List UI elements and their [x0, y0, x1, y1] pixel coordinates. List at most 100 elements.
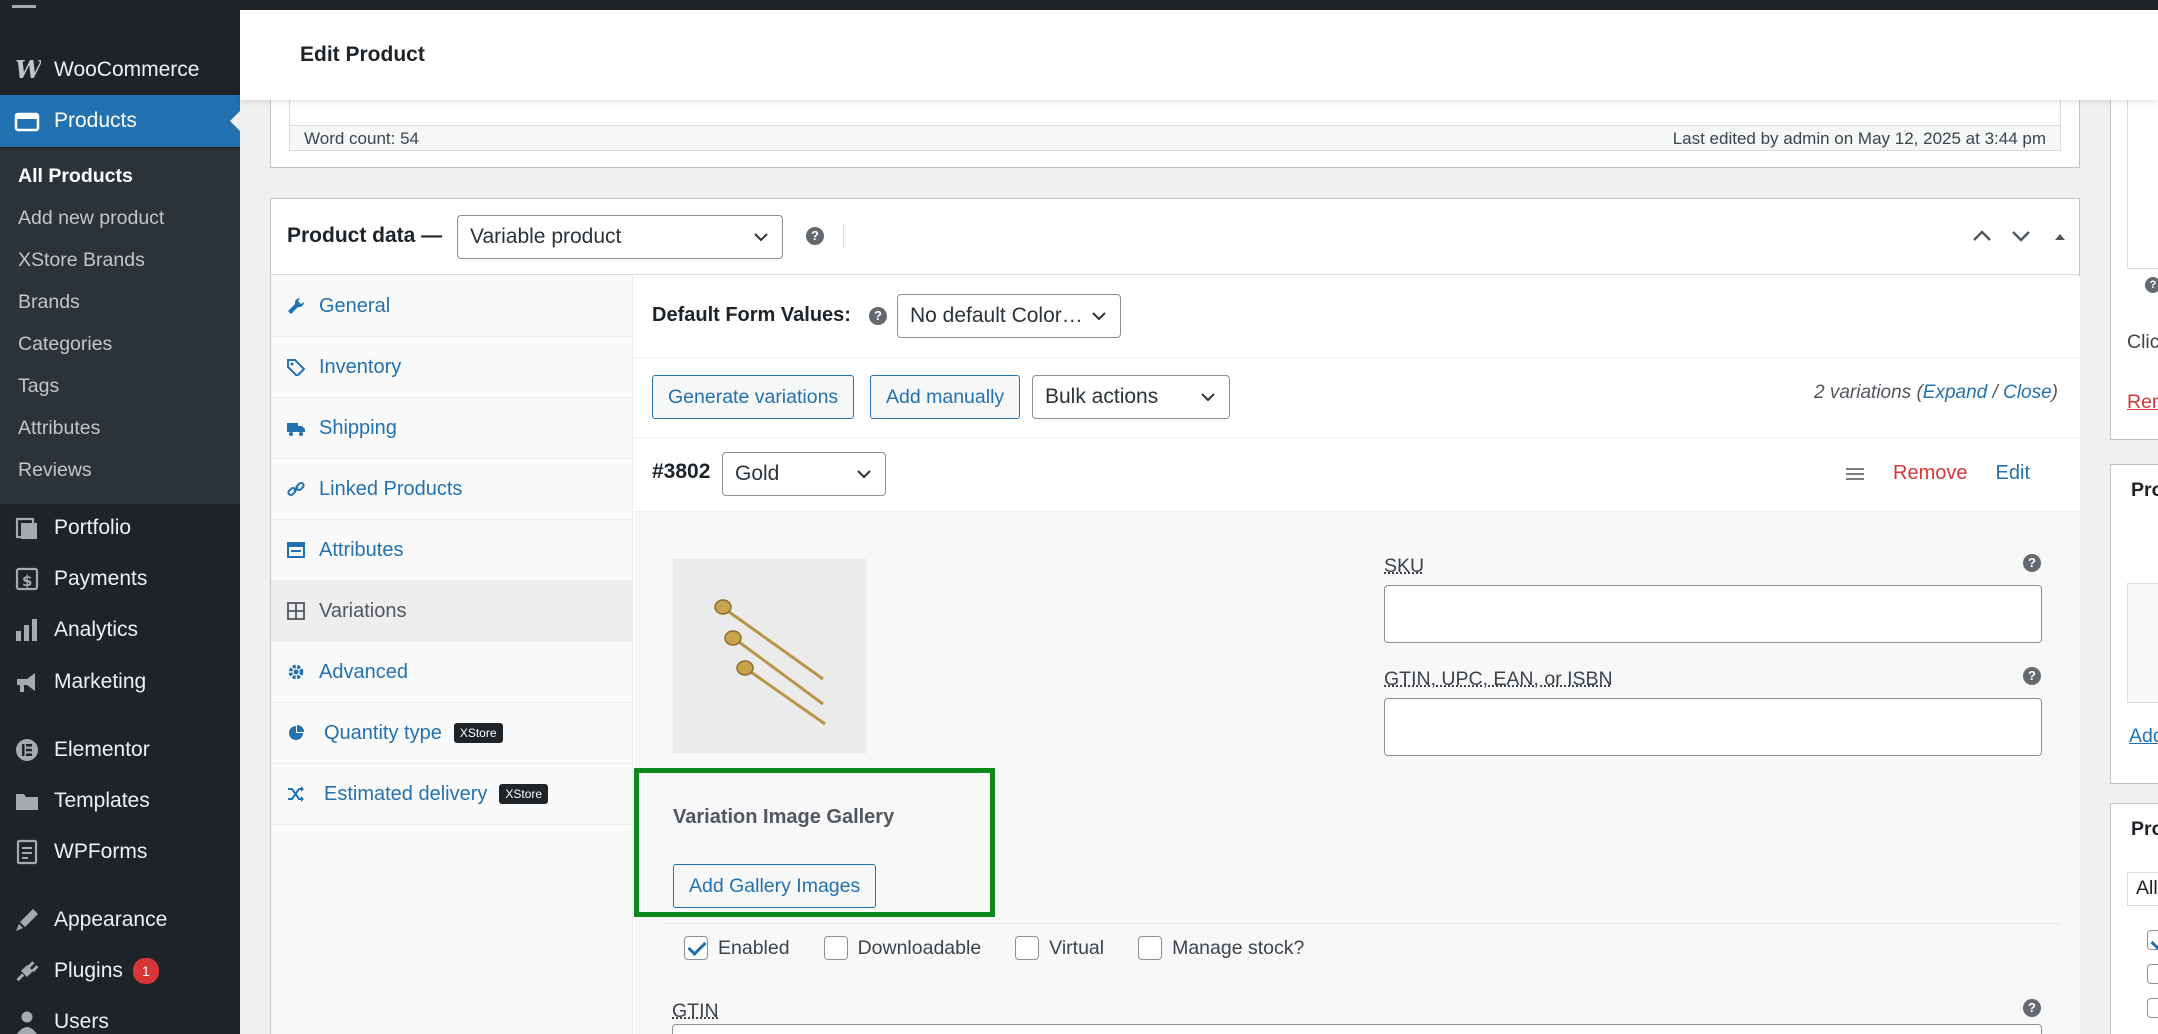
add-manually-button[interactable]: Add manually: [870, 375, 1021, 419]
variation-image[interactable]: [673, 559, 867, 753]
submenu-brands[interactable]: Brands: [18, 291, 80, 314]
variations-count: 2 variations (Expand / Close): [1814, 382, 2058, 404]
product-type-select[interactable]: Variable product: [457, 215, 783, 259]
woocommerce-icon: W: [0, 56, 54, 84]
sidebar-item-label: Marketing: [54, 670, 147, 693]
submenu-all-products[interactable]: All Products: [18, 165, 133, 188]
right-box-inner: [2127, 91, 2158, 269]
tab-inventory[interactable]: Inventory: [271, 337, 633, 398]
submenu-tags[interactable]: Tags: [18, 375, 59, 398]
default-form-values-label: Default Form Values:: [652, 304, 851, 326]
help-icon[interactable]: ?: [2145, 277, 2158, 293]
add-gallery-images-button[interactable]: Add Gallery Images: [673, 864, 877, 908]
elementor-icon: [0, 736, 54, 764]
tab-attributes[interactable]: Attributes: [271, 520, 633, 581]
sidebar-item-label: Payments: [54, 567, 148, 590]
tab-variations[interactable]: Variations: [271, 581, 633, 642]
checkbox-box[interactable]: [684, 936, 708, 960]
sidebar-item-wpforms[interactable]: WPForms: [0, 831, 240, 873]
svg-text:$: $: [22, 572, 32, 590]
tab-linked-products[interactable]: Linked Products: [271, 459, 633, 520]
help-icon[interactable]: ?: [869, 307, 887, 325]
gtin-upc-ean-isbn-field[interactable]: [1384, 698, 2042, 756]
sidebar-item-products[interactable]: Products: [0, 95, 240, 147]
category-tab[interactable]: All: [2127, 872, 2158, 906]
sidebar-item-woocommerce[interactable]: W WooCommerce: [0, 48, 240, 92]
category-checkbox[interactable]: [2147, 930, 2158, 950]
sidebar-item-analytics[interactable]: Analytics: [0, 609, 240, 651]
product-type-value: Variable product: [470, 225, 622, 248]
tab-quantity-type[interactable]: Quantity type XStore: [271, 703, 633, 764]
move-down-icon[interactable]: [2008, 223, 2034, 249]
templates-icon: [0, 787, 54, 815]
tab-shipping[interactable]: Shipping: [271, 398, 633, 459]
sidebar-item-appearance[interactable]: Appearance: [0, 899, 240, 941]
word-count: Word count: 54: [304, 129, 419, 148]
sidebar-item-label: Products: [54, 109, 137, 132]
image-thumb[interactable]: [2127, 583, 2158, 703]
tab-general[interactable]: General: [271, 276, 633, 337]
sku-field[interactable]: [1384, 585, 2042, 643]
enabled-checkbox[interactable]: Enabled: [684, 936, 790, 960]
clipped-text: Clic: [2127, 331, 2158, 353]
variations-panel: Default Form Values: ? No default Color……: [634, 276, 2080, 1034]
sidebar-item-users[interactable]: Users: [0, 1001, 240, 1034]
category-tab-label: All: [2136, 877, 2158, 899]
sidebar-item-marketing[interactable]: Marketing: [0, 661, 240, 703]
sidebar-item-label: Portfolio: [54, 516, 132, 539]
help-icon[interactable]: ?: [2023, 999, 2041, 1017]
drag-handle-icon[interactable]: [1845, 465, 1865, 483]
variation-body: Variation Image Gallery Add Gallery Imag…: [634, 512, 2080, 1034]
page-header: Edit Product: [240, 10, 2158, 100]
add-image-link[interactable]: Add: [2129, 725, 2158, 748]
help-icon[interactable]: ?: [2023, 667, 2041, 685]
sidebar-item-payments[interactable]: $ Payments: [0, 558, 240, 600]
tab-label: Variations: [319, 599, 407, 622]
checkbox-box[interactable]: [823, 936, 848, 960]
variation-color-select[interactable]: Gold: [722, 452, 886, 496]
category-checkbox[interactable]: [2147, 964, 2158, 984]
sidebar-item-portfolio[interactable]: Portfolio: [0, 507, 240, 549]
default-color-select[interactable]: No default Color…: [897, 294, 1121, 338]
sidebar-item-label: Users: [54, 1010, 109, 1033]
submenu-attributes[interactable]: Attributes: [18, 417, 100, 440]
tab-advanced[interactable]: Advanced: [271, 642, 633, 703]
help-icon[interactable]: ?: [2023, 554, 2041, 572]
close-link[interactable]: Close: [2003, 382, 2052, 403]
right-sidebar-box: ? Clic Rem: [2110, 90, 2158, 440]
edit-variation-link[interactable]: Edit: [1996, 462, 2030, 485]
tab-estimated-delivery[interactable]: Estimated delivery XStore: [271, 764, 633, 825]
bulk-actions-select[interactable]: Bulk actions: [1032, 375, 1230, 419]
help-icon[interactable]: ?: [806, 227, 824, 245]
manage-stock-checkbox[interactable]: Manage stock?: [1138, 936, 1304, 960]
tab-label: Shipping: [319, 416, 397, 439]
wrench-icon: [288, 297, 305, 314]
tag-icon: [287, 359, 305, 376]
sidebar-item-templates[interactable]: Templates: [0, 780, 240, 822]
virtual-checkbox[interactable]: Virtual: [1015, 936, 1104, 960]
submenu-reviews[interactable]: Reviews: [18, 459, 92, 482]
collapse-toggle-icon[interactable]: [2047, 223, 2073, 249]
submenu-add-new-product[interactable]: Add new product: [18, 207, 164, 230]
variation-options: Enabled Downloadable Virtual Manage stoc…: [684, 936, 1338, 960]
submenu-xstore-brands[interactable]: XStore Brands: [18, 249, 145, 272]
product-data-tabs: General Inventory Shipping Linked Produc…: [271, 276, 633, 1034]
sidebar-item-plugins[interactable]: Plugins 1: [0, 950, 240, 992]
checkbox-box[interactable]: [1138, 936, 1163, 960]
default-color-value: No default Color…: [910, 304, 1083, 327]
generate-variations-button[interactable]: Generate variations: [652, 375, 855, 419]
sidebar-item-elementor[interactable]: Elementor: [0, 729, 240, 771]
variation-header[interactable]: #3802 Gold Remove Edit: [634, 438, 2080, 512]
checkbox-label: Enabled: [718, 936, 790, 959]
expand-link[interactable]: Expand: [1923, 382, 1987, 403]
remove-variation-link[interactable]: Remove: [1893, 462, 1967, 485]
move-up-icon[interactable]: [1969, 223, 1995, 249]
clipped-remove-link[interactable]: Rem: [2127, 391, 2158, 414]
category-checkbox[interactable]: [2147, 998, 2158, 1018]
sidebar-item-label: Templates: [54, 789, 150, 812]
bulk-actions-value: Bulk actions: [1045, 385, 1159, 408]
checkbox-box[interactable]: [1015, 936, 1040, 960]
downloadable-checkbox[interactable]: Downloadable: [823, 936, 981, 960]
submenu-categories[interactable]: Categories: [18, 333, 112, 356]
gtin-field[interactable]: [672, 1024, 2042, 1034]
